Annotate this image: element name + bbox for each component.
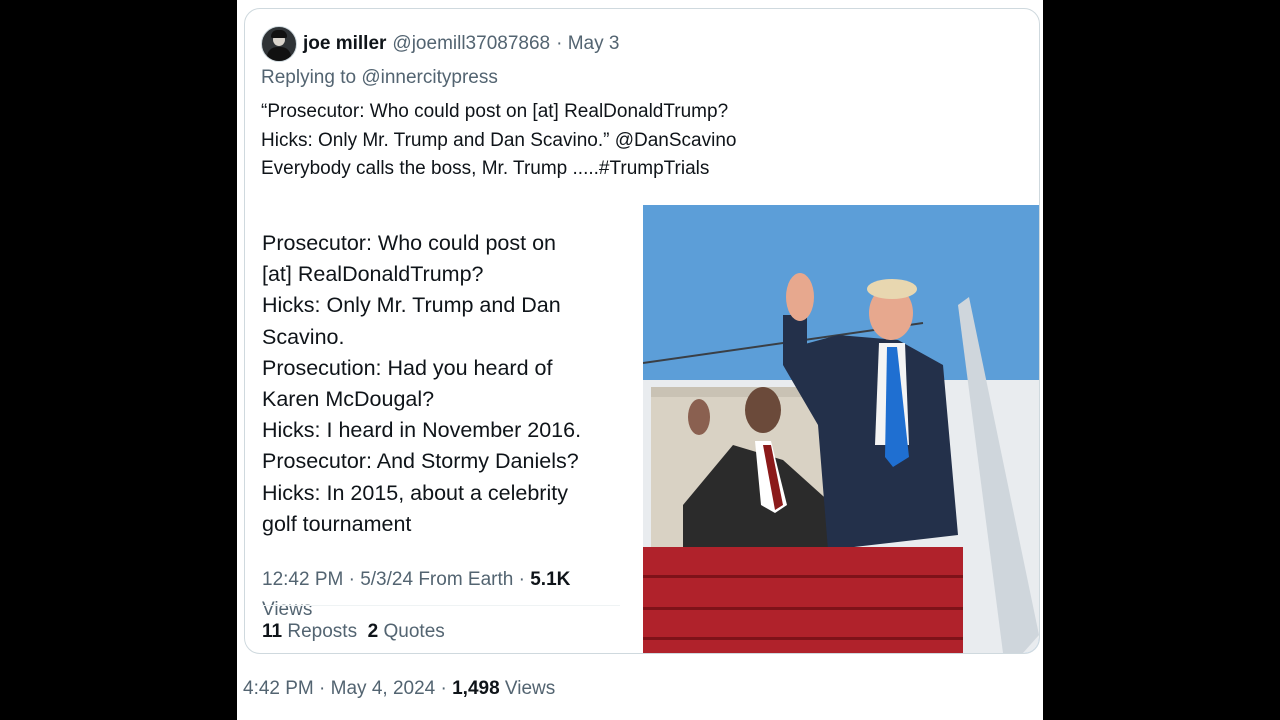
embedded-views-label: Views <box>262 599 313 620</box>
avatar-hair <box>271 30 287 38</box>
tweet-photo[interactable] <box>643 205 1039 653</box>
embedded-line: Scavino. <box>262 324 345 349</box>
tweet-date[interactable]: · May 3 <box>556 33 619 55</box>
embedded-meta: 12:42 PM · 5/3/24 From Earth · 5.1K View… <box>262 565 622 625</box>
replying-handle[interactable]: @innercitypress <box>361 67 498 88</box>
photo-stair-edge <box>643 575 963 578</box>
footer-time[interactable]: 4:42 PM · May 4, 2024 · <box>243 678 452 699</box>
photo-man-left-head <box>745 387 781 433</box>
tweet-card[interactable]: joe miller @joemill37087868 · May 3 Repl… <box>244 8 1040 654</box>
replying-to: Replying to @innercitypress <box>261 67 498 89</box>
avatar-body <box>267 47 291 61</box>
footer-views-label: Views <box>504 678 556 699</box>
photo-man-right-hair <box>867 279 917 299</box>
quotes-count[interactable]: 2 <box>368 621 379 642</box>
embedded-line: Prosecutor: And Stormy Daniels? <box>262 449 579 474</box>
quotes-label[interactable]: Quotes <box>384 621 445 642</box>
reposts-label[interactable]: Reposts <box>287 621 357 642</box>
reposts-count[interactable]: 11 <box>262 621 282 642</box>
author-name[interactable]: joe miller <box>303 33 386 55</box>
photo-man-left-hand <box>688 399 710 435</box>
embedded-line: Prosecutor: Who could post on <box>262 231 556 255</box>
photo-stair-edge <box>643 607 963 610</box>
embedded-line: Hicks: In 2015, about a celebrity <box>262 480 568 505</box>
tweet-line: Everybody calls the boss, Mr. Trump ....… <box>261 158 710 179</box>
embedded-line: Hicks: I heard in November 2016. <box>262 418 582 443</box>
tweet-line: Hicks: Only Mr. Trump and Dan Scavino.” … <box>261 129 737 151</box>
tweet-text: “Prosecutor: Who could post on [at] Real… <box>261 98 736 184</box>
embedded-time[interactable]: 12:42 PM · 5/3/24 From Earth · <box>262 569 530 590</box>
embedded-views-count: 5.1K <box>530 569 571 590</box>
photo-man-right-arm <box>783 315 807 365</box>
photo-stair-edge <box>643 637 963 640</box>
tweet-footer: 4:42 PM · May 4, 2024 · 1,498 Views <box>243 678 555 700</box>
author-handle[interactable]: @joemill37087868 <box>392 33 550 55</box>
replying-prefix: Replying to <box>261 67 362 88</box>
avatar[interactable] <box>261 26 297 62</box>
embedded-line: golf tournament <box>262 511 412 536</box>
tweet-line: “Prosecutor: Who could post on [at] Real… <box>261 101 729 122</box>
embedded-tweet-text: Prosecutor: Who could post on [at] RealD… <box>262 228 622 540</box>
embedded-stats: 11 Reposts 2 Quotes <box>262 621 445 643</box>
divider <box>262 605 620 606</box>
embedded-line: Prosecution: Had you heard of <box>262 355 553 380</box>
embedded-line: [at] RealDonaldTrump? <box>262 262 484 287</box>
footer-views-count: 1,498 <box>452 678 500 699</box>
embedded-line: Karen McDougal? <box>262 387 435 412</box>
tweet-header: joe miller @joemill37087868 · May 3 <box>261 26 619 62</box>
embedded-line: Hicks: Only Mr. Trump and Dan <box>262 293 561 318</box>
photo-man-right-hand <box>786 273 814 321</box>
